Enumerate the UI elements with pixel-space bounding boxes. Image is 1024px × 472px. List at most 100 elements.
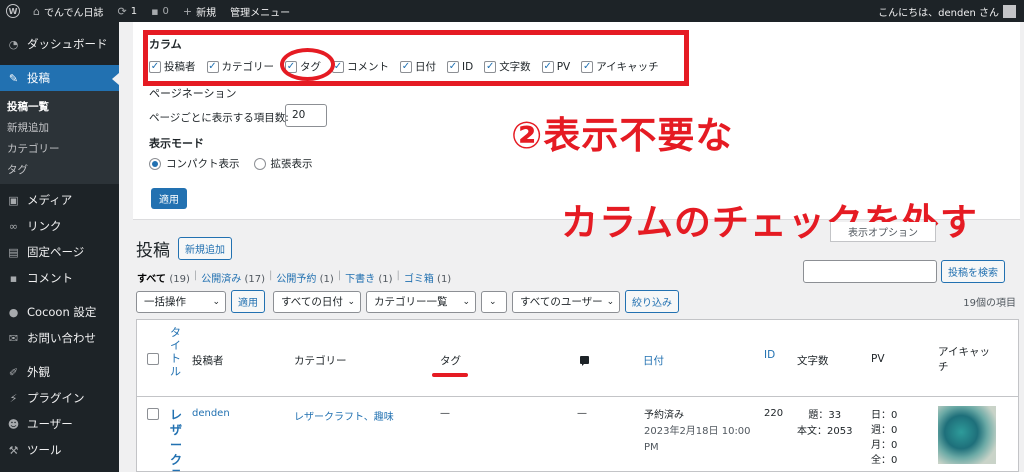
status-draft-link[interactable]: 下書き (1) [345, 270, 392, 285]
chevron-down-icon: ⌄ [489, 296, 497, 307]
chevron-down-icon: ⌄ [347, 296, 355, 307]
post-search-input[interactable] [803, 260, 937, 283]
sidebar-item-media[interactable]: ▣ メディア [0, 187, 119, 213]
status-draft-count: (1) [378, 274, 393, 285]
column-header-chars: 文字数 [797, 355, 829, 367]
site-name-link[interactable]: ⌂ でんでん日誌 [26, 0, 110, 22]
category-filter-select[interactable]: カテゴリー一覧 ⌄ [366, 290, 476, 313]
bulk-action-select[interactable]: 一括操作 ⌄ [136, 290, 226, 313]
column-header-date[interactable]: 日付 [643, 353, 664, 368]
sidebar-item-label: メディア [27, 193, 73, 207]
submenu-tags[interactable]: タグ [0, 159, 119, 180]
submenu-categories[interactable]: カテゴリー [0, 138, 119, 159]
post-comments-cell: — [577, 408, 587, 419]
comments-link[interactable]: ▪ 0 [144, 0, 176, 22]
sidebar-item-appearance[interactable]: ✐ 外観 [0, 359, 119, 385]
chevron-down-icon: ⌄ [606, 296, 615, 307]
divider: | [193, 270, 198, 281]
submenu-add-new[interactable]: 新規追加 [0, 117, 119, 138]
per-page-label: ページごとに表示する項目数: [149, 112, 289, 124]
search-posts-button[interactable]: 投稿を検索 [941, 260, 1005, 283]
sidebar-item-tools[interactable]: ⚒ ツール [0, 437, 119, 463]
sidebar-item-cocoon[interactable]: ● Cocoon 設定 [0, 299, 119, 325]
post-category-link[interactable]: レザークラフト、趣味 [294, 408, 394, 423]
tool-icon: ⚒ [8, 443, 19, 457]
media-icon: ▣ [8, 193, 19, 207]
sidebar-item-label: 固定ページ [27, 245, 85, 259]
status-published-count: (17) [244, 274, 266, 285]
extra-filter-select[interactable]: ⌄ [481, 290, 507, 313]
date-filter-select[interactable]: すべての日付 ⌄ [273, 290, 361, 313]
comment-column-icon[interactable] [580, 356, 589, 366]
status-trash-link[interactable]: ゴミ箱 (1) [404, 270, 451, 285]
chevron-down-icon: ⌄ [212, 296, 220, 307]
row-checkbox[interactable] [147, 408, 159, 420]
wordpress-logo-button[interactable]: W [0, 0, 26, 22]
item-count: 19個の項目 [963, 298, 1016, 309]
radio-label: 拡張表示 [270, 158, 313, 170]
status-published-label: 公開済み [201, 274, 242, 285]
sidebar-item-users[interactable]: ☻ ユーザー [0, 411, 119, 437]
sidebar-item-posts[interactable]: ✎ 投稿 [0, 65, 119, 91]
pv-all: 全：0 [871, 455, 898, 466]
pv-day: 日：0 [871, 410, 898, 421]
status-trash-count: (1) [437, 274, 452, 285]
new-label: 新規 [196, 7, 217, 19]
view-mode-options: コンパクト表示 拡張表示 [149, 156, 313, 171]
status-scheduled-count: (1) [319, 274, 334, 285]
sidebar-item-links[interactable]: ∞ リンク [0, 213, 119, 239]
eyecatch-thumbnail[interactable] [938, 406, 996, 464]
status-published-link[interactable]: 公開済み (17) [201, 270, 265, 285]
view-mode-compact[interactable]: コンパクト表示 [149, 156, 240, 171]
wordpress-icon: W [6, 4, 20, 18]
sidebar-item-pages[interactable]: ▤ 固定ページ [0, 239, 119, 265]
status-all-label: すべて [137, 274, 166, 285]
user-filter-select[interactable]: すべてのユーザー ⌄ [512, 290, 620, 313]
bulk-apply-button[interactable]: 適用 [231, 290, 265, 313]
screen-options-tab[interactable]: 表示オプション [830, 222, 936, 242]
column-header-id[interactable]: ID [764, 349, 775, 361]
sidebar-item-contact[interactable]: ✉ お問い合わせ [0, 325, 119, 351]
sidebar-item-label: コメント [27, 271, 73, 285]
account-menu[interactable]: こんにちは、denden さん [878, 4, 1024, 19]
sidebar-item-label: ダッシュボード [27, 37, 108, 51]
add-new-post-button[interactable]: 新規追加 [178, 237, 232, 260]
status-all-link[interactable]: すべて (19) [137, 270, 190, 285]
sidebar-item-label: お問い合わせ [27, 331, 96, 345]
status-scheduled-link[interactable]: 公開予約 (1) [276, 270, 333, 285]
sidebar-item-dashboard[interactable]: ◔ ダッシュボード [0, 31, 119, 57]
submenu-all-posts[interactable]: 投稿一覧 [0, 96, 119, 117]
status-all-count: (19) [169, 274, 190, 285]
select-all-checkbox[interactable] [147, 353, 159, 365]
home-icon: ⌂ [33, 4, 40, 18]
post-date-cell: 予約済み 2023年2月18日 10:00 PM [644, 408, 754, 456]
post-tags-cell: — [440, 408, 450, 419]
radio-unselected-icon[interactable] [253, 157, 266, 170]
per-page-input[interactable]: 20 [285, 104, 327, 127]
updates-link[interactable]: ⟳ 1 [110, 0, 144, 22]
post-chars-cell: 題：33 本文：2053 [797, 408, 852, 440]
table-filters: 一括操作 ⌄ 適用 すべての日付 ⌄ カテゴリー一覧 ⌄ ⌄ すべてのユーザー ⌄ 絞り… [136, 290, 679, 313]
post-chars-title: 題：33 [808, 410, 842, 421]
radio-selected-icon[interactable] [149, 157, 161, 170]
sidebar-item-plugins[interactable]: ⚡ プラグイン [0, 385, 119, 411]
screen-options-apply-button[interactable]: 適用 [151, 188, 187, 209]
refresh-icon: ⟳ [117, 4, 127, 18]
post-author-link[interactable]: denden [192, 408, 230, 419]
manage-menu-link[interactable]: 管理メニュー [223, 0, 297, 22]
sidebar-item-label: ユーザー [27, 417, 73, 431]
post-id-cell: 220 [764, 408, 784, 419]
column-header-title[interactable]: タイトル [170, 326, 182, 378]
new-content-link[interactable]: + 新規 [176, 0, 223, 22]
post-date-status: 予約済み [644, 410, 684, 421]
posts-table: タイトル 投稿者 カテゴリー タグ 日付 ID 文字数 PV アイキャッチ レザ… [136, 319, 1019, 472]
page-title: 投稿 [136, 241, 170, 261]
posts-submenu: 投稿一覧 新規追加 カテゴリー タグ [0, 91, 119, 184]
sidebar-item-comments[interactable]: ▪ コメント [0, 265, 119, 291]
view-mode-extended[interactable]: 拡張表示 [253, 156, 313, 171]
filter-button[interactable]: 絞り込み [625, 290, 679, 313]
updates-count: 1 [130, 5, 138, 17]
post-title-link[interactable]: レザークラ [170, 408, 182, 472]
annotation-text-line1: ②表示不要な [511, 114, 734, 157]
manage-label: 管理メニュー [230, 7, 291, 19]
